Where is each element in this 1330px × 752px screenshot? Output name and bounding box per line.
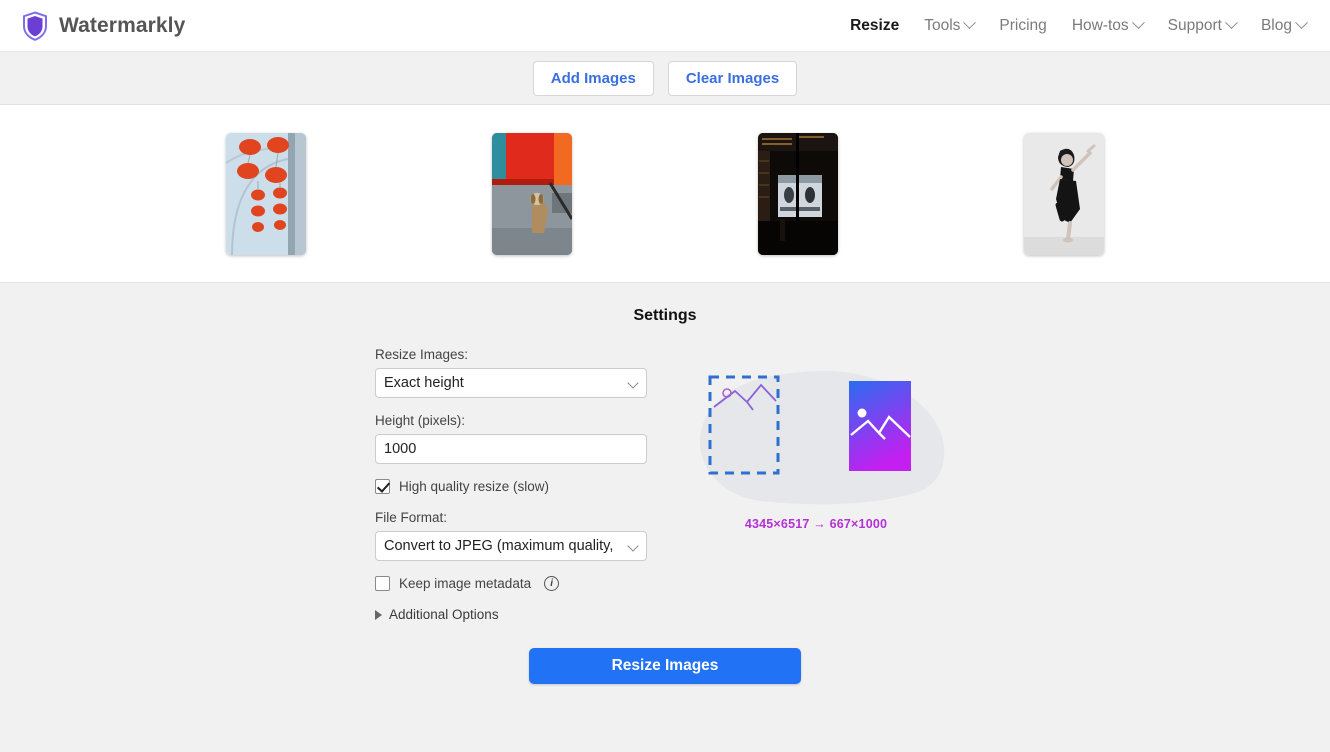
nav-label-tools: Tools	[924, 16, 961, 34]
chevron-down-icon	[1131, 16, 1145, 30]
resize-images-button[interactable]: Resize Images	[529, 648, 801, 684]
nav-item-resize[interactable]: Resize	[850, 17, 899, 35]
main-nav: Resize Tools Pricing How-tos Support Blo…	[850, 16, 1308, 35]
file-format-select[interactable]: Convert to JPEG (maximum quality,	[375, 531, 647, 561]
nav-label-support: Support	[1167, 16, 1222, 34]
nav-item-support[interactable]: Support	[1167, 16, 1238, 35]
keep-metadata-label: Keep image metadata	[399, 576, 532, 591]
keep-metadata-row: Keep image metadata i	[375, 576, 647, 591]
triangle-right-icon	[375, 609, 382, 620]
nav-item-how-tos[interactable]: How-tos	[1071, 16, 1145, 35]
resize-mode-field: Exact height	[375, 368, 647, 398]
shield-icon	[23, 10, 47, 41]
file-format-label: File Format:	[375, 510, 448, 525]
settings-panel: Settings Resize Images: Exact height Hei…	[0, 283, 1330, 752]
clear-images-button[interactable]: Clear Images	[667, 60, 798, 96]
add-images-button[interactable]: Add Images	[532, 60, 654, 96]
thumbnail-dog	[492, 132, 572, 255]
dimension-caption: 4345×6517 → 667×1000	[744, 517, 888, 531]
site-header: Watermarkly Resize Tools Pricing How-tos…	[0, 0, 1330, 52]
nav-item-tools[interactable]: Tools	[924, 16, 977, 35]
thumbnail-cafe	[758, 132, 838, 255]
height-label: Height (pixels):	[375, 413, 466, 428]
file-format-field: Convert to JPEG (maximum quality,	[375, 531, 647, 561]
brand-name: Watermarkly	[59, 13, 186, 37]
thumbnail-item[interactable]	[226, 132, 306, 255]
keep-metadata-checkbox[interactable]	[375, 576, 390, 591]
chevron-down-icon	[1225, 16, 1238, 30]
thumbnail-item[interactable]	[1024, 132, 1104, 255]
thumbnail-dancer	[1024, 132, 1104, 255]
additional-options-toggle[interactable]: Additional Options	[375, 607, 647, 622]
result-image-preview	[849, 381, 911, 471]
high-quality-row: High quality resize (slow)	[375, 479, 647, 494]
additional-options-label: Additional Options	[389, 607, 499, 622]
high-quality-checkbox[interactable]	[375, 479, 390, 494]
settings-heading: Settings	[633, 307, 697, 324]
chevron-down-icon	[1295, 16, 1308, 30]
brand-logo-link[interactable]: Watermarkly	[22, 10, 186, 41]
thumbnail-lanterns	[226, 132, 306, 255]
chevron-down-icon	[963, 16, 977, 30]
nav-label-resize: Resize	[850, 16, 900, 34]
height-input[interactable]	[375, 434, 647, 464]
nav-label-pricing: Pricing	[999, 16, 1047, 34]
nav-item-blog[interactable]: Blog	[1260, 16, 1308, 35]
nav-label-how-tos: How-tos	[1071, 16, 1129, 34]
settings-form: Resize Images: Exact height Height (pixe…	[375, 347, 647, 622]
thumbnail-item[interactable]	[758, 132, 838, 255]
resize-preview: 4345×6517 → 667×1000	[677, 355, 955, 531]
resize-mode-select[interactable]: Exact height	[375, 368, 647, 398]
resize-mode-label: Resize Images:	[375, 347, 469, 362]
thumbnail-strip	[0, 105, 1330, 283]
preview-illustration	[699, 370, 945, 505]
high-quality-label: High quality resize (slow)	[399, 479, 550, 494]
nav-label-blog: Blog	[1260, 16, 1292, 34]
action-row: Resize Images	[0, 648, 1330, 684]
info-icon[interactable]: i	[544, 576, 560, 591]
nav-item-pricing[interactable]: Pricing	[999, 17, 1046, 35]
image-toolbar: Add Images Clear Images	[0, 52, 1330, 105]
thumbnail-item[interactable]	[492, 132, 572, 255]
